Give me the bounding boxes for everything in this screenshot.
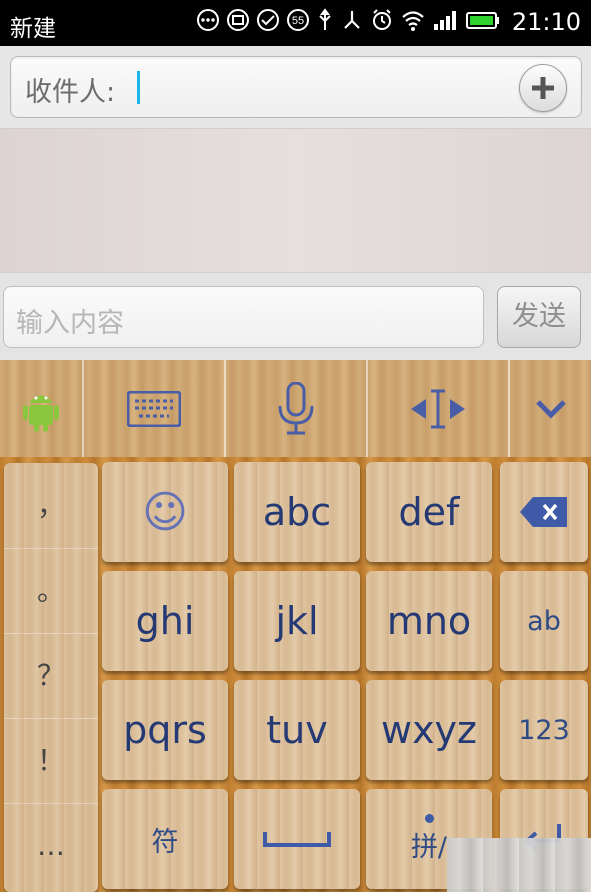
send-button[interactable]: 发送 [497,286,581,348]
status-icons: 55 [196,8,500,32]
ime-logo-button[interactable] [0,360,82,457]
usb-icon [319,8,331,30]
carrier-label: 新建 [10,16,56,42]
keyboard: ， 。 ？ ！ … ☺ abc def ghi jkl mno ab pqrs … [0,457,591,892]
signal-icon [434,11,456,30]
voice-input-button[interactable] [226,360,366,457]
clock: 21:10 [511,8,581,36]
backspace-icon [520,497,567,527]
mno-key[interactable]: mno [366,571,492,671]
more-icon [197,9,219,31]
space-icon [263,832,331,847]
smiley-icon: ☺ [142,486,188,538]
question-key[interactable]: ？ [4,633,98,719]
recipient-area: 收件人: [0,46,591,129]
alphabet-mode-key[interactable]: ab [500,571,588,671]
pinyin-indicator [424,814,434,823]
message-input[interactable]: 输入内容 [3,286,484,348]
delete-key[interactable] [500,462,588,562]
pqrs-key[interactable]: pqrs [102,680,228,780]
microphone-icon [278,381,314,434]
notification-icon [227,9,249,31]
android-icon [23,395,59,432]
space-key[interactable] [234,789,360,889]
keyboard-icon [127,390,181,427]
pinyin-label: 拼/ [410,832,448,863]
plus-icon [532,77,554,99]
exclamation-key[interactable]: ！ [4,718,98,804]
battery-icon [466,12,499,29]
collapse-keyboard-button[interactable] [510,360,591,457]
recipient-label: 收件人: [25,77,116,108]
check-icon [257,9,279,31]
redacted-overlay [447,838,591,892]
conversation-area [0,129,591,272]
recipient-input[interactable]: 收件人: [10,56,582,118]
compose-bar: 输入内容 发送 [0,272,591,361]
period-key[interactable]: 。 [4,548,98,634]
ghi-key[interactable]: ghi [102,571,228,671]
wifi-icon [402,11,424,31]
ime-toolbar [0,360,591,457]
badge-icon: 55 [287,9,309,31]
jkl-key[interactable]: jkl [234,571,360,671]
cursor-move-button[interactable] [368,360,508,457]
wxyz-key[interactable]: wxyz [366,680,492,780]
abc-key[interactable]: abc [234,462,360,562]
message-placeholder: 输入内容 [16,308,124,339]
svg-text:55: 55 [292,15,304,27]
ellipsis-key[interactable]: … [4,803,98,888]
tuv-key[interactable]: tuv [234,680,360,780]
add-recipient-button[interactable] [519,64,567,112]
comma-key[interactable]: ， [4,463,98,549]
punctuation-column: ， 。 ？ ！ … [4,463,98,892]
symbol-key[interactable]: 符 [102,789,228,889]
def-key[interactable]: def [366,462,492,562]
cursor-move-icon [411,389,465,428]
bluetooth-icon [344,11,360,29]
text-caret [137,71,140,104]
keyboard-button[interactable] [84,360,224,457]
emoji-key[interactable]: ☺ [102,462,228,562]
alarm-icon [373,9,391,30]
status-bar: 新建 55 21:10 [0,0,591,46]
number-mode-key[interactable]: 123 [500,680,588,780]
chevron-down-icon [535,399,566,419]
